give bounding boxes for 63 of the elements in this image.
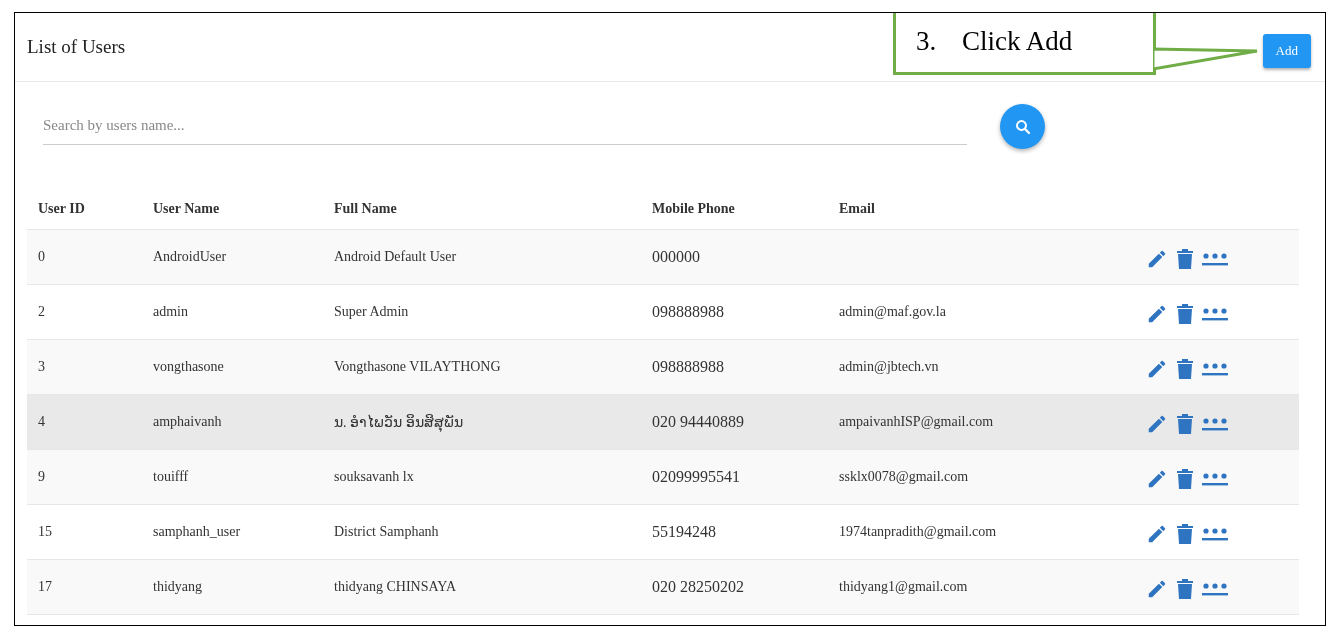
user-id-cell: 3 [38, 359, 45, 374]
trash-icon[interactable] [1176, 413, 1194, 435]
user-name-cell: samphanh_user [153, 524, 241, 539]
phone-cell: 000000 [652, 248, 700, 265]
table-row[interactable]: 9 touifff souksavanh lx 02099995541 ssklx0078@gmail.com [27, 450, 1299, 505]
user-name-cell: thidyang [153, 579, 202, 594]
phone-cell: 098888988 [652, 358, 724, 375]
search-icon [1013, 117, 1032, 136]
full-name-cell: Vongthasone VILAYTHONG [334, 359, 501, 374]
user-name-cell: touifff [153, 469, 189, 484]
phone-cell: 020 28250202 [652, 578, 744, 595]
pencil-icon[interactable] [1146, 413, 1168, 435]
email-cell: thidyang1@gmail.com [839, 579, 968, 594]
user-id-cell: 15 [38, 524, 52, 539]
full-name-cell: souksavanh lx [334, 469, 414, 484]
table-row[interactable]: 17 thidyang thidyang CHINSAYA 020 28250202 thidyang1@gmail.com [27, 560, 1299, 615]
full-name-cell: Android Default User [334, 249, 457, 264]
phone-cell: 55194248 [652, 523, 716, 540]
user-id-cell: 9 [38, 469, 45, 484]
user-name-cell: vongthasone [153, 359, 224, 374]
column-header: User ID [37, 201, 86, 217]
email-cell: ampaivanhISP@gmail.com [839, 414, 994, 429]
user-id-cell: 2 [38, 304, 45, 319]
callout-text: Click Add [962, 26, 1073, 57]
pencil-icon[interactable] [1146, 578, 1168, 600]
full-name-cell: District Samphanh [334, 524, 439, 539]
user-name-cell: admin [153, 304, 188, 319]
table-row[interactable]: 3 vongthasone Vongthasone VILAYTHONG 098888988 admin@jbtech.vn [27, 340, 1299, 395]
pencil-icon[interactable] [1146, 358, 1168, 380]
page-title: List of Users [27, 36, 126, 58]
table-row[interactable]: 0 AndroidUser Android Default User 000000 [27, 230, 1299, 285]
phone-cell: 098888988 [652, 303, 724, 320]
trash-icon[interactable] [1176, 578, 1194, 600]
email-cell: admin@jbtech.vn [839, 359, 939, 374]
email-cell: admin@maf.gov.la [839, 304, 946, 319]
trash-icon[interactable] [1176, 468, 1194, 490]
column-header: Email [838, 201, 876, 217]
callout-number: 3. [916, 26, 938, 57]
user-name-cell: amphaivanh [153, 414, 222, 429]
pencil-icon[interactable] [1146, 468, 1168, 490]
phone-cell: 02099995541 [652, 468, 740, 485]
column-header: User Name [152, 201, 221, 217]
pencil-icon[interactable] [1146, 523, 1168, 545]
search-button[interactable] [1000, 104, 1045, 149]
phone-cell: 020 94440889 [652, 413, 744, 430]
full-name-cell: thidyang CHINSAYA [334, 579, 456, 594]
pencil-icon[interactable] [1146, 248, 1168, 270]
column-header: Full Name [333, 201, 398, 217]
full-name-cell: Super Admin [334, 304, 409, 319]
trash-icon[interactable] [1176, 523, 1194, 545]
user-id-cell: 4 [38, 414, 45, 429]
full-name-cell: ນ. ອຳໄພວັນ ອິນສິສຸພັນ [334, 414, 463, 430]
user-name-cell: AndroidUser [153, 249, 227, 264]
pencil-icon[interactable] [1146, 303, 1168, 325]
user-id-cell: 0 [38, 249, 45, 264]
trash-icon[interactable] [1176, 303, 1194, 325]
trash-icon[interactable] [1176, 358, 1194, 380]
trash-icon[interactable] [1176, 248, 1194, 270]
table-row[interactable]: 4 amphaivanh ນ. ອຳໄພວັນ ອິນສິສຸພັນ 020 94440889 ampaivanhISP@gmail.com [27, 395, 1299, 450]
column-header: Mobile Phone [651, 201, 736, 217]
email-cell: 1974tanpradith@gmail.com [839, 524, 997, 539]
email-cell: ssklx0078@gmail.com [839, 469, 969, 484]
user-id-cell: 17 [38, 579, 52, 594]
